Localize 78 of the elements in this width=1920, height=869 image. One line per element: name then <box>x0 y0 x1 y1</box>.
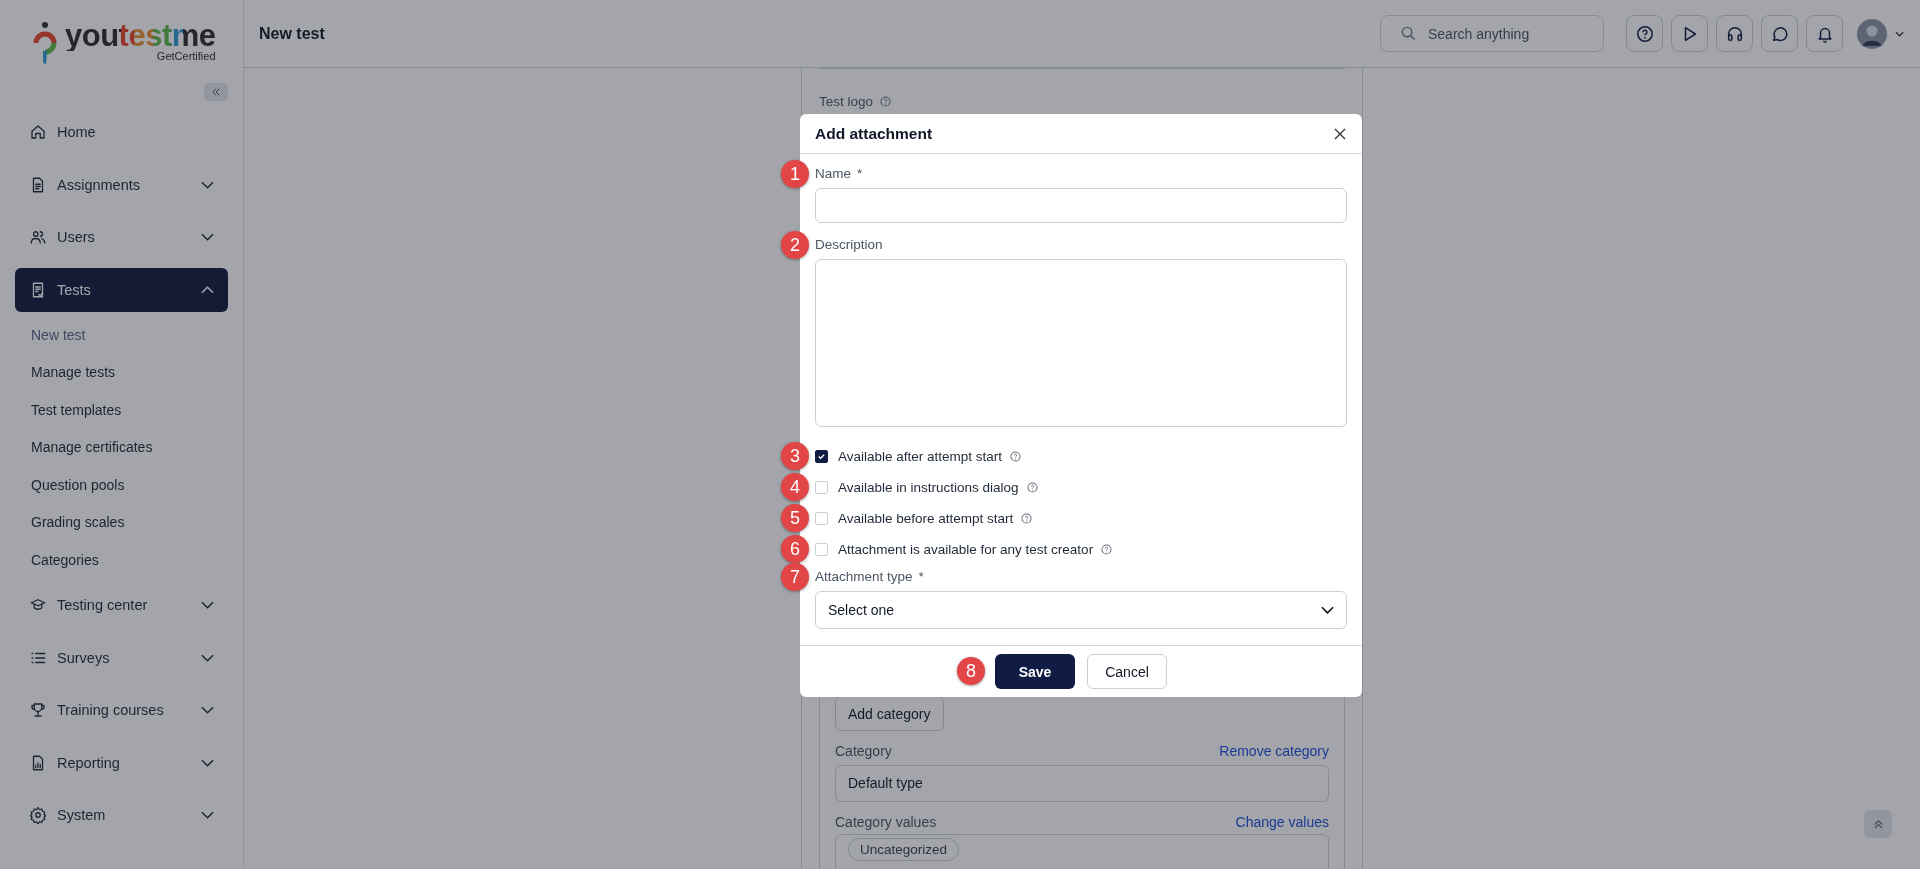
checkbox-label: Available in instructions dialog <box>838 480 1019 495</box>
help-button[interactable] <box>1626 15 1663 52</box>
logo-tagline: GetCertified <box>156 50 216 62</box>
nav-subitem[interactable]: New test <box>15 316 228 354</box>
checkbox-label: Available before attempt start <box>838 511 1014 526</box>
home-icon <box>29 123 47 141</box>
step-marker: 8 <box>957 657 985 685</box>
add-category-button[interactable]: Add category <box>835 696 944 731</box>
nav-item[interactable]: Surveys <box>15 635 228 680</box>
page-title: New test <box>259 24 325 43</box>
step-marker: 3 <box>781 442 809 470</box>
save-button[interactable]: Save <box>995 654 1075 689</box>
help-icon <box>880 96 892 107</box>
field-label: Category values <box>835 814 937 830</box>
checkmark-icon <box>817 452 826 461</box>
step-marker: 1 <box>781 160 809 188</box>
chevron-icon <box>1321 606 1334 614</box>
play-button[interactable] <box>1671 15 1708 52</box>
nav-item[interactable]: Testing center <box>15 583 228 627</box>
required-mark: * <box>918 569 924 584</box>
nav-item[interactable]: Tests <box>15 267 228 312</box>
category-field[interactable]: Default type <box>835 765 1329 802</box>
search-input[interactable]: Search anything <box>1426 24 1580 43</box>
nav-subitem[interactable]: Test templates <box>15 391 228 429</box>
remove-category-link[interactable]: Remove category <box>1219 743 1329 759</box>
nav-item[interactable]: Home <box>15 110 228 154</box>
field-label: Category <box>835 743 892 759</box>
nav-item[interactable]: System <box>15 793 228 837</box>
avatar[interactable] <box>1857 18 1887 49</box>
close-button[interactable] <box>1334 126 1348 141</box>
dialog-title: Add attachment <box>815 124 933 143</box>
field-label: Description <box>815 237 883 252</box>
step-marker: 6 <box>781 535 809 563</box>
collapse-sidebar-button[interactable] <box>204 83 228 101</box>
field-label: Attachment type <box>815 569 913 584</box>
double-chevron-up-icon <box>1872 818 1884 830</box>
users-icon <box>29 228 47 246</box>
search-field[interactable]: Search anything <box>1380 15 1604 52</box>
required-mark: * <box>857 166 863 181</box>
nav-item[interactable]: Users <box>15 215 228 259</box>
step-marker: 4 <box>781 473 809 501</box>
help-icon <box>1635 24 1654 43</box>
checkbox[interactable] <box>815 450 828 463</box>
chat-bubble-icon <box>1770 24 1789 43</box>
search-icon <box>1401 26 1416 41</box>
help-icon <box>1101 544 1113 555</box>
step-marker: 7 <box>781 563 809 591</box>
cancel-button[interactable]: Cancel <box>1087 654 1167 689</box>
double-chevron-left-icon <box>211 88 221 96</box>
field-label: Test logo <box>819 94 874 109</box>
logo-icon <box>33 21 57 67</box>
headset-icon <box>1725 24 1744 43</box>
chevron-icon[interactable] <box>1895 30 1904 37</box>
attachment-type-select[interactable]: Select one <box>815 591 1347 629</box>
field-label: Name <box>815 166 851 181</box>
help-icon <box>1021 513 1033 524</box>
nav-subitem[interactable]: Manage tests <box>15 354 228 392</box>
nav-item[interactable]: Assignments <box>15 162 228 207</box>
name-input[interactable] <box>815 188 1347 223</box>
nav-subitem[interactable]: Manage certificates <box>15 429 228 467</box>
step-marker: 2 <box>781 231 809 259</box>
help-icon <box>1026 482 1038 493</box>
nav-subitem[interactable]: Categories <box>15 541 228 579</box>
checkbox-label: Available after attempt start <box>838 449 1003 464</box>
nav-item[interactable]: Training courses <box>15 688 228 732</box>
checkbox-label: Attachment is available for any test creator <box>838 542 1094 557</box>
scroll-to-top-button[interactable] <box>1864 810 1892 838</box>
nav-item[interactable]: Reporting <box>15 740 228 785</box>
nav-subitem[interactable]: Grading scales <box>15 504 228 542</box>
nav-subitem[interactable]: Question pools <box>15 466 228 504</box>
step-marker: 5 <box>781 504 809 532</box>
help-icon <box>1010 451 1022 462</box>
chat-button[interactable] <box>1761 15 1798 52</box>
change-values-link[interactable]: Change values <box>1235 814 1329 830</box>
gear-icon <box>29 806 47 824</box>
headset-button[interactable] <box>1716 15 1753 52</box>
notifications-button[interactable] <box>1806 15 1843 52</box>
trophy-icon <box>29 701 47 719</box>
